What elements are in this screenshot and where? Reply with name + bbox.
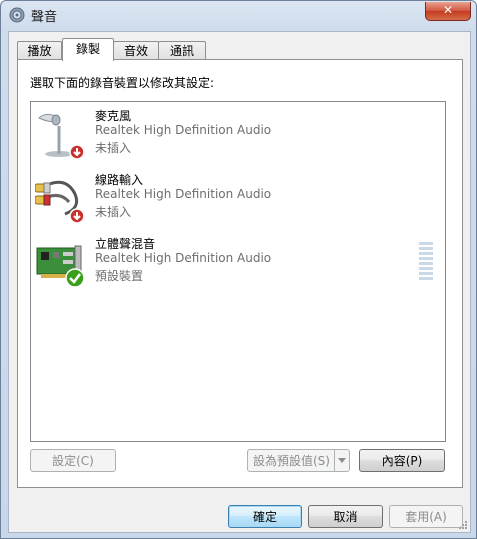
dialog-client-area: 播放 錄製 音效 通訊 選取下面的錄音裝置以修改其設定: 麥克風 Realtek… <box>8 31 471 533</box>
device-list[interactable]: 麥克風 Realtek High Definition Audio 未插入 線路… <box>30 101 446 442</box>
device-name: 線路輸入 <box>95 173 144 187</box>
unplugged-badge-icon <box>69 144 85 160</box>
set-default-label: 設為預設值(S) <box>253 454 330 468</box>
level-meter <box>419 242 433 282</box>
title-bar[interactable]: 聲音 ✕ <box>1 1 476 27</box>
set-default-split-button[interactable]: 設為預設值(S) <box>247 449 350 472</box>
configure-button[interactable]: 設定(C) <box>30 449 116 472</box>
set-default-dropdown[interactable] <box>334 450 349 471</box>
resize-grip-icon[interactable] <box>458 520 468 530</box>
chevron-down-icon <box>338 458 346 463</box>
device-item-line-in[interactable]: 線路輸入 Realtek High Definition Audio 未插入 <box>31 170 445 230</box>
close-icon: ✕ <box>442 3 454 17</box>
cancel-button[interactable]: 取消 <box>308 505 383 528</box>
default-check-icon <box>65 268 85 288</box>
speaker-icon <box>9 7 25 23</box>
device-item-stereo-mix[interactable]: 立體聲混音 Realtek High Definition Audio 預設裝置 <box>31 234 445 294</box>
device-status: 預設裝置 <box>95 269 144 283</box>
device-name: 麥克風 <box>95 109 132 123</box>
tab-sounds[interactable]: 音效 <box>113 41 159 60</box>
recording-tab-panel: 選取下面的錄音裝置以修改其設定: 麥克風 Realtek High Defini… <box>17 59 463 488</box>
tab-communications[interactable]: 通訊 <box>158 41 206 60</box>
window-title: 聲音 <box>31 10 58 25</box>
unplugged-badge-icon <box>69 208 85 224</box>
apply-button[interactable]: 套用(A) <box>389 505 463 528</box>
close-button[interactable]: ✕ <box>425 2 471 21</box>
device-item-microphone[interactable]: 麥克風 Realtek High Definition Audio 未插入 <box>31 106 445 166</box>
device-driver: Realtek High Definition Audio <box>95 251 272 265</box>
properties-button[interactable]: 內容(P) <box>359 449 445 472</box>
tab-recording[interactable]: 錄製 <box>62 38 114 61</box>
device-status: 未插入 <box>95 205 132 219</box>
instruction-text: 選取下面的錄音裝置以修改其設定: <box>30 76 215 90</box>
device-driver: Realtek High Definition Audio <box>95 123 272 137</box>
sound-dialog-window: 聲音 ✕ 播放 錄製 音效 通訊 選取下面的錄音裝置以修改其設定: 麥克風 Re… <box>0 0 477 539</box>
ok-button[interactable]: 確定 <box>228 505 302 528</box>
tab-playback[interactable]: 播放 <box>17 41 62 60</box>
device-driver: Realtek High Definition Audio <box>95 187 272 201</box>
device-status: 未插入 <box>95 141 132 155</box>
device-name: 立體聲混音 <box>95 237 156 251</box>
